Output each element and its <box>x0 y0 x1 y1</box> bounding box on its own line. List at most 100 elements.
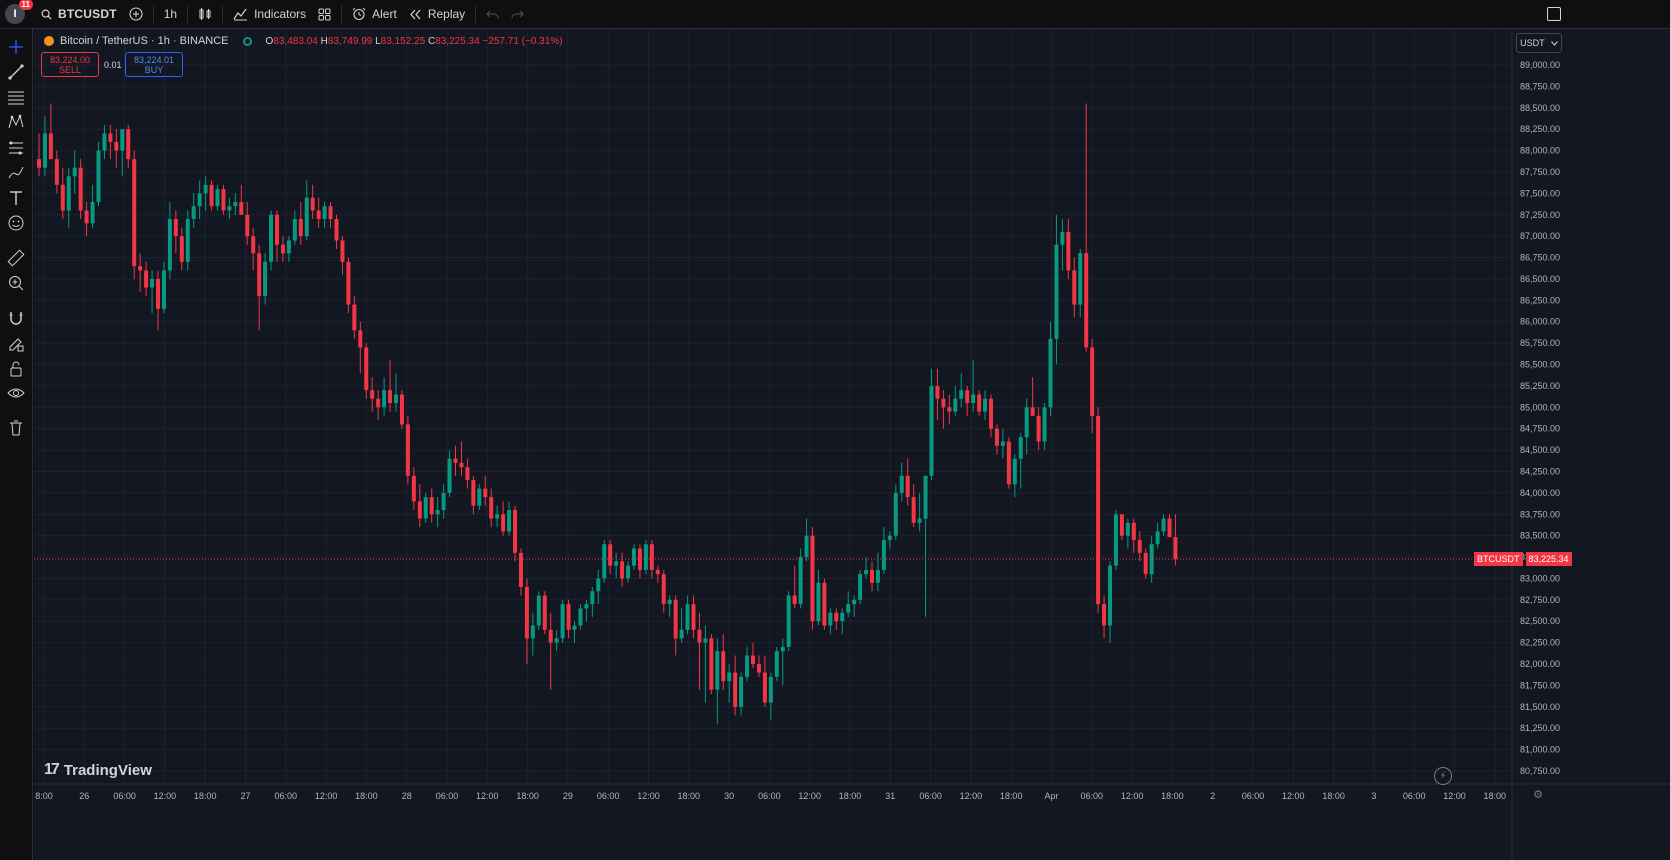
x-tick-label: 30 <box>724 791 734 801</box>
candle-body <box>804 535 809 558</box>
indicators-icon <box>233 8 248 21</box>
x-tick-label: 06:00 <box>919 791 942 801</box>
candle <box>132 150 137 279</box>
market-status-icon[interactable] <box>242 36 252 46</box>
candle-body <box>298 219 303 237</box>
candle-body <box>715 651 720 690</box>
candle-body <box>203 184 208 194</box>
fullscreen-icon[interactable] <box>1547 7 1561 21</box>
undo-icon <box>486 10 499 19</box>
indicators-label: Indicators <box>254 7 307 21</box>
quantity-value[interactable]: 0.01 <box>104 60 122 70</box>
y-tick-label: 85,500.00 <box>1520 360 1560 370</box>
y-tick-label: 85,250.00 <box>1520 381 1560 391</box>
interval-button[interactable]: 1h <box>158 0 183 29</box>
crosshair-icon[interactable] <box>6 37 26 57</box>
symbol-search-button[interactable]: BTCUSDT <box>35 0 123 29</box>
candle <box>1096 407 1101 613</box>
open-value: 83,483.04 <box>273 35 318 47</box>
toolbar-divider <box>222 5 224 23</box>
x-tick-label: 12:00 <box>1282 791 1305 801</box>
candle-body <box>364 347 369 391</box>
lightning-icon[interactable]: ⚡ <box>1434 767 1452 785</box>
currency-selector[interactable]: USDT <box>1516 33 1562 53</box>
candle-body <box>1167 518 1172 538</box>
eye-icon[interactable] <box>6 383 26 403</box>
candle-body <box>697 629 702 643</box>
candle-body <box>441 492 446 510</box>
candle-body <box>584 604 589 609</box>
candle-body <box>215 189 220 207</box>
candle-body <box>102 133 107 151</box>
candle-body <box>929 385 934 476</box>
sell-price: 83,224.00 <box>49 54 91 65</box>
candle-body <box>358 330 363 348</box>
undo-button[interactable] <box>480 0 505 29</box>
x-tick-label: 06:00 <box>113 791 136 801</box>
candle-body <box>792 595 797 605</box>
redo-icon <box>511 10 524 19</box>
candle-body <box>1012 458 1017 485</box>
candle-body <box>161 270 166 309</box>
currency-label: USDT <box>1520 38 1545 48</box>
x-tick-label: 18:00 <box>678 791 701 801</box>
fib-retracement-icon[interactable] <box>6 87 26 107</box>
pattern-icon[interactable] <box>6 112 26 132</box>
prediction-icon[interactable] <box>6 137 26 157</box>
y-tick-label: 81,250.00 <box>1520 723 1560 733</box>
candle-body <box>1066 231 1071 271</box>
candle-body <box>941 398 946 408</box>
candle-body <box>518 552 523 588</box>
lock-icon[interactable] <box>6 359 26 379</box>
buy-button[interactable]: 83,224.01 BUY <box>125 52 183 77</box>
tradingview-watermark[interactable]: 17 TradingView <box>44 761 152 779</box>
layouts-button[interactable] <box>312 0 337 29</box>
search-icon <box>41 9 52 20</box>
candle-body <box>352 304 357 331</box>
candle-body <box>221 189 226 211</box>
candle-body <box>1143 552 1148 575</box>
magnet-icon[interactable] <box>6 308 26 328</box>
candle <box>1006 437 1011 489</box>
candle-body <box>703 638 708 643</box>
y-tick-label: 87,000.00 <box>1520 231 1560 241</box>
change-value: −257.71 (−0.31%) <box>482 35 563 47</box>
candle-body <box>828 612 833 626</box>
candle-body <box>923 475 928 519</box>
gear-icon[interactable]: ⚙ <box>1531 787 1545 801</box>
tradingview-text: TradingView <box>63 761 152 779</box>
candle-body <box>751 655 755 665</box>
replay-button[interactable]: Replay <box>403 0 471 29</box>
candle-body <box>887 535 892 540</box>
y-tick-label: 87,500.00 <box>1520 188 1560 198</box>
price-chart[interactable]: 80,750.00 81,000.00 81,250.00 81,500.00 81,7… <box>34 29 1670 860</box>
y-tick-label: 84,000.00 <box>1520 488 1560 498</box>
candle <box>269 210 274 271</box>
x-tick-label: 12:00 <box>315 791 338 801</box>
trash-icon[interactable] <box>6 418 26 438</box>
x-tick-label: 06:00 <box>597 791 620 801</box>
sell-button[interactable]: 83,224.00 SELL <box>41 52 99 77</box>
candle-body <box>108 133 113 143</box>
redo-button[interactable] <box>505 0 530 29</box>
candle-body <box>1102 604 1107 626</box>
y-tick-label: 84,750.00 <box>1520 424 1560 434</box>
pencil-lock-icon[interactable] <box>6 334 26 354</box>
x-tick-label: 2 <box>1210 791 1215 801</box>
ruler-icon[interactable] <box>6 248 26 268</box>
candle-body <box>66 176 71 211</box>
alert-button[interactable]: Alert <box>346 0 403 29</box>
user-avatar[interactable]: I 11 <box>5 0 33 24</box>
zoom-in-icon[interactable] <box>6 273 26 293</box>
candle <box>536 591 541 630</box>
indicators-button[interactable]: Indicators <box>227 0 312 29</box>
candle-body <box>893 492 898 536</box>
trend-line-icon[interactable] <box>6 62 26 82</box>
candle-body <box>649 544 654 570</box>
candle <box>1113 509 1118 570</box>
text-icon[interactable] <box>6 188 26 208</box>
emoji-icon[interactable] <box>6 213 26 233</box>
brush-icon[interactable] <box>6 162 26 182</box>
chart-type-button[interactable] <box>192 0 218 29</box>
compare-symbol-button[interactable] <box>123 0 149 29</box>
